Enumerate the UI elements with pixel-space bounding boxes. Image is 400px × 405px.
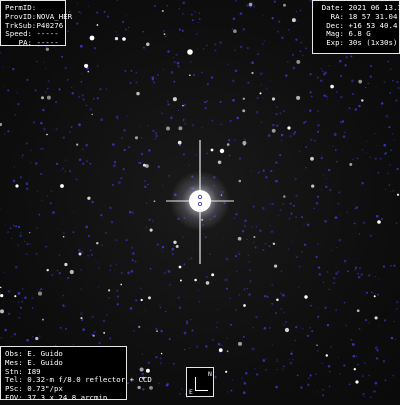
compass-north-axis [195, 377, 196, 391]
info-value: 2021 06 13.14994 [348, 3, 400, 12]
star-field-image [0, 0, 400, 400]
bright-star [166, 140, 234, 264]
compass-east-axis [195, 390, 208, 391]
compass-east-label: E [189, 388, 193, 396]
compass-north-label: N [208, 370, 212, 378]
info-value: ----- [36, 38, 59, 48]
star-field [0, 0, 400, 400]
info-value: 6.8 G [348, 29, 371, 39]
info-key: PA: [18, 38, 32, 48]
info-value: 18 57 31.04 [348, 11, 398, 21]
info-value: +16 53 40.4 [348, 20, 398, 30]
info-value: NOVA_HER [36, 11, 73, 21]
info-value: 30s (1x30s) [348, 38, 398, 48]
info-row: PA: ----- [5, 38, 61, 48]
info-value: ----- [36, 29, 59, 39]
observer-info-panel: Obs: E. Guido Mes: E. Guido Stn: I89 Tel: 0… [0, 346, 152, 402]
info-row: Exp: 30s (1x30s) [317, 38, 398, 48]
info-value: P40276 [36, 20, 64, 30]
orientation-compass: E N [186, 367, 214, 397]
object-info-panel: PermID: ProvID: NOVA_HER TrkSub: P40276 Sp… [0, 0, 72, 48]
observation-info-panel: Date: 2021 06 13.14994RA: 18 57 31.04Dec… [312, 0, 400, 54]
observer-info-row: FOV: 37.3 x 24.8 arcmin [5, 392, 108, 402]
info-key: Exp: [326, 38, 344, 48]
